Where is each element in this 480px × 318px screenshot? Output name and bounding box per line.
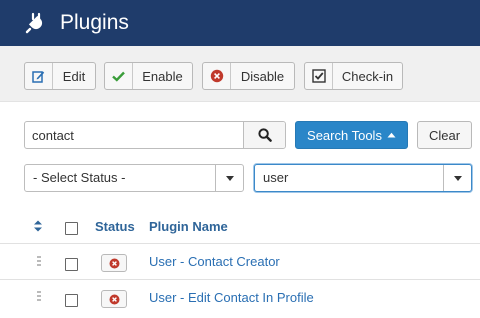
disable-button[interactable]: Disable (202, 62, 295, 90)
chevron-down-icon (215, 165, 243, 191)
caret-up-icon (387, 132, 396, 138)
plug-icon (25, 12, 43, 34)
status-toggle-button[interactable] (101, 290, 127, 308)
disabled-status-icon (109, 258, 119, 268)
edit-button[interactable]: Edit (24, 62, 96, 90)
table-row: User - Contact Creator (0, 243, 480, 279)
checkin-label: Check-in (341, 68, 394, 84)
search-icon (257, 128, 272, 142)
page-title: Plugins (60, 11, 129, 34)
clear-label: Clear (428, 127, 461, 143)
search-box (24, 121, 286, 149)
drag-handle-icon[interactable] (37, 291, 41, 303)
edit-label: Edit (62, 68, 86, 84)
folder-filter-select[interactable]: user (254, 164, 472, 192)
status-filter-select[interactable]: - Select Status - (24, 164, 244, 192)
search-tools-button[interactable]: Search Tools (295, 121, 408, 149)
check-icon (105, 63, 133, 89)
plugin-name-column-header[interactable]: Plugin Name (149, 210, 228, 242)
sort-icon (34, 220, 42, 232)
disabled-status-icon (109, 294, 119, 304)
enable-button[interactable]: Enable (104, 62, 193, 90)
toolbar: Edit Enable Disable Check-in (0, 46, 480, 102)
status-filter-value: - Select Status - (33, 170, 126, 185)
disable-label: Disable (240, 68, 285, 84)
status-column-header[interactable]: Status (95, 210, 135, 242)
search-input[interactable] (25, 122, 243, 148)
checkin-button[interactable]: Check-in (304, 62, 403, 90)
sort-ordering-header[interactable] (33, 210, 43, 242)
chevron-down-icon (443, 165, 471, 191)
enable-label: Enable (142, 68, 183, 84)
plugin-name-link[interactable]: User - Contact Creator (149, 254, 280, 269)
folder-filter-value: user (263, 170, 289, 185)
page-header: Plugins (0, 0, 480, 46)
row-checkbox[interactable] (65, 294, 78, 307)
plugin-name-link[interactable]: User - Edit Contact In Profile (149, 290, 314, 305)
edit-icon (25, 63, 53, 89)
select-all-checkbox[interactable] (65, 222, 78, 235)
row-checkbox[interactable] (65, 258, 78, 271)
status-toggle-button[interactable] (101, 254, 127, 272)
checkbox-checked-icon (305, 63, 333, 89)
table-row: User - Edit Contact In Profile (0, 279, 480, 315)
search-tools-label: Search Tools (307, 127, 382, 143)
clear-button[interactable]: Clear (417, 121, 472, 149)
drag-handle-icon[interactable] (37, 256, 41, 268)
circle-x-icon (203, 63, 231, 89)
search-button[interactable] (243, 122, 285, 148)
